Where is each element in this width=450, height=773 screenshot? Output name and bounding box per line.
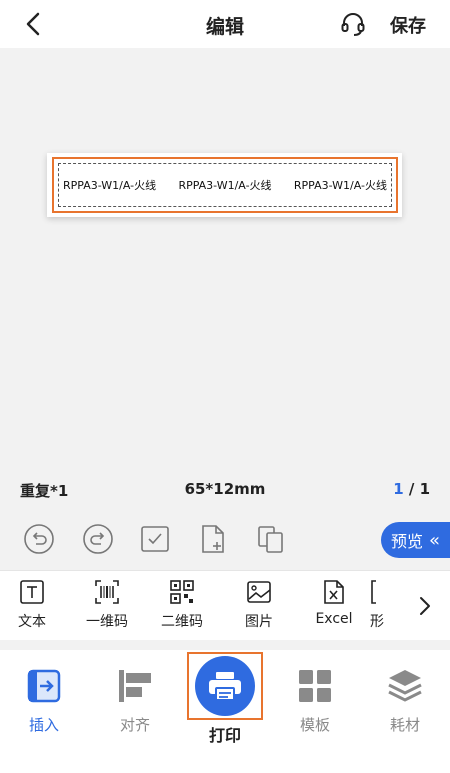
edit-toolbar: 预览 « [0,510,450,570]
nav-label: 模板 [299,716,330,734]
label-size: 65*12mm [184,480,266,498]
printer-icon [209,672,241,701]
info-bar: 重复*1 65*12mm 1 / 1 [0,468,450,510]
nav-template[interactable]: 模板 [280,668,350,735]
label-text[interactable]: RPPA3-W1/A-火线 [294,177,387,193]
bottom-nav: 插入 对齐 打印 模板 耗材 [0,650,450,773]
headset-icon[interactable] [340,11,366,37]
layers-icon [388,670,422,702]
undo-icon[interactable] [23,523,55,555]
label-text[interactable]: RPPA3-W1/A-火线 [178,177,271,193]
insert-label: Excel [315,611,353,627]
insert-panel: 文本 一维码 二维码 图片 Excel 形 [0,570,450,640]
label-text-row[interactable]: RPPA3-W1/A-火线 RPPA3-W1/A-火线 RPPA3-W1/A-火… [58,163,392,207]
print-label[interactable]: 打印 [187,722,263,746]
insert-label: 一维码 [86,614,128,630]
nav-label: 耗材 [389,716,420,734]
page-separator: / [403,480,420,498]
selection-frame[interactable]: RPPA3-W1/A-火线 RPPA3-W1/A-火线 RPPA3-W1/A-火… [52,157,398,213]
add-page-icon[interactable] [197,523,229,555]
save-button[interactable]: 保存 [390,12,426,38]
barcode-icon [95,580,119,604]
shape-icon [371,580,376,604]
insert-label: 文本 [18,614,46,630]
page-title: 编辑 [205,16,244,38]
redo-icon[interactable] [82,523,114,555]
insert-shape[interactable]: 形 [362,579,388,631]
section-divider [0,640,450,650]
insert-text[interactable]: 文本 [0,579,67,631]
chevron-right-icon[interactable] [412,593,438,619]
insert-barcode[interactable]: 一维码 [72,579,142,631]
print-button[interactable] [195,656,255,716]
label-preview[interactable]: RPPA3-W1/A-火线 RPPA3-W1/A-火线 RPPA3-W1/A-火… [47,153,402,217]
top-bar: 编辑 保存 [0,0,450,48]
preview-button[interactable]: 预览 « [381,522,450,558]
image-icon [247,581,271,603]
template-icon [299,670,331,702]
page-total: 1 [419,480,430,498]
multi-select-icon[interactable] [139,523,171,555]
excel-icon [324,580,344,604]
nav-consumables[interactable]: 耗材 [370,668,440,735]
insert-excel[interactable]: Excel [299,579,369,627]
qrcode-icon [170,580,194,604]
insert-label: 形 [370,614,384,630]
page-indicator: 1 / 1 [393,480,430,498]
nav-insert[interactable]: 插入 [9,668,79,735]
nav-label: 对齐 [119,716,150,734]
insert-icon [27,669,61,703]
nav-align[interactable]: 对齐 [100,668,170,735]
nav-label: 插入 [28,716,59,734]
text-icon [20,580,44,604]
insert-label: 图片 [245,614,273,630]
align-icon [119,670,151,702]
edit-canvas[interactable]: RPPA3-W1/A-火线 RPPA3-W1/A-火线 RPPA3-W1/A-火… [0,48,450,468]
insert-image[interactable]: 图片 [224,579,294,631]
label-text[interactable]: RPPA3-W1/A-火线 [63,177,156,193]
page-current: 1 [393,480,404,498]
double-chevron-left-icon: « [429,529,441,551]
preview-label: 预览 [391,532,424,551]
copy-icon[interactable] [255,523,287,555]
insert-label: 二维码 [161,614,203,630]
insert-qrcode[interactable]: 二维码 [147,579,217,631]
